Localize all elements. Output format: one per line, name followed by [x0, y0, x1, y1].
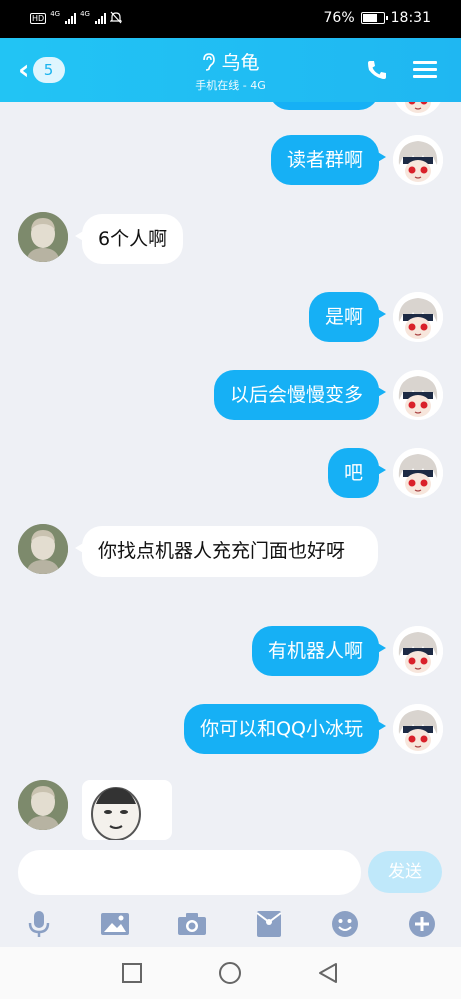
chat-header: ‹ 5 乌龟 手机在线 - 4G	[0, 38, 461, 102]
signal-icon	[65, 12, 77, 24]
battery-icon	[360, 12, 388, 24]
back-icon[interactable]	[316, 961, 340, 985]
battery-level	[362, 14, 378, 22]
my-avatar[interactable]	[393, 135, 443, 185]
status-right: 76% 18:31	[324, 10, 431, 26]
home-icon[interactable]	[218, 961, 242, 985]
message-bubble-out[interactable]: 你可以和QQ小冰玩	[184, 704, 386, 754]
menu-icon[interactable]	[413, 58, 437, 82]
hd-badge: HD	[30, 13, 47, 24]
system-nav-bar	[0, 947, 461, 999]
my-avatar[interactable]	[393, 626, 443, 676]
status-indicators: HD 4G 4G	[30, 11, 122, 24]
clock: 18:31	[390, 10, 431, 26]
contact-avatar[interactable]	[18, 212, 68, 262]
plus-icon[interactable]	[405, 907, 439, 941]
partial-message-bubble	[269, 102, 379, 110]
message-bubble-out[interactable]: 吧	[327, 448, 387, 498]
title-area[interactable]: 乌龟 手机在线 - 4G	[0, 48, 461, 93]
input-bar: 发送	[0, 842, 461, 902]
contact-avatar[interactable]	[18, 780, 68, 830]
contact-status: 手机在线 - 4G	[195, 79, 266, 92]
message-bubble-out[interactable]: 以后会慢慢变多	[213, 370, 387, 420]
microphone-icon[interactable]	[22, 907, 56, 941]
contact-name: 乌龟	[221, 52, 260, 74]
chat-area[interactable]: 读者群啊 6个人啊 是啊 以后会慢慢变多 吧 你找点机器人充充门面也好呀 有机器…	[0, 102, 461, 842]
status-bar: HD 4G 4G 76% 18:31	[0, 0, 461, 38]
emoji-icon[interactable]	[328, 907, 362, 941]
mute-bell-icon	[109, 11, 122, 24]
my-avatar[interactable]	[393, 292, 443, 342]
my-avatar[interactable]	[393, 370, 443, 420]
message-bubble-out[interactable]: 是啊	[308, 292, 387, 342]
red-packet-icon[interactable]	[252, 907, 286, 941]
my-avatar[interactable]	[393, 102, 443, 116]
ear-icon	[203, 52, 216, 71]
image-icon[interactable]	[98, 907, 132, 941]
message-bubble-in[interactable]: 你找点机器人充充门面也好呀	[75, 526, 378, 577]
camera-icon[interactable]	[175, 907, 209, 941]
network-type-label-2: 4G	[80, 10, 90, 18]
battery-percent: 76%	[323, 10, 355, 26]
phone-icon[interactable]	[365, 58, 389, 82]
my-avatar[interactable]	[393, 704, 443, 754]
meme-face-icon	[91, 787, 141, 840]
signal-icon-2	[94, 12, 106, 24]
message-bubble-out[interactable]: 有机器人啊	[251, 626, 387, 676]
sticker-image[interactable]	[82, 780, 172, 840]
send-button[interactable]: 发送	[368, 851, 442, 893]
contact-avatar[interactable]	[18, 524, 68, 574]
chat-toolbar	[0, 902, 461, 947]
message-bubble-in[interactable]: 6个人啊	[74, 214, 184, 264]
message-bubble-out[interactable]: 读者群啊	[270, 135, 387, 185]
network-type-label: 4G	[50, 10, 61, 18]
message-input[interactable]	[18, 850, 361, 895]
recent-apps-icon[interactable]	[120, 961, 144, 985]
my-avatar[interactable]	[393, 448, 443, 498]
